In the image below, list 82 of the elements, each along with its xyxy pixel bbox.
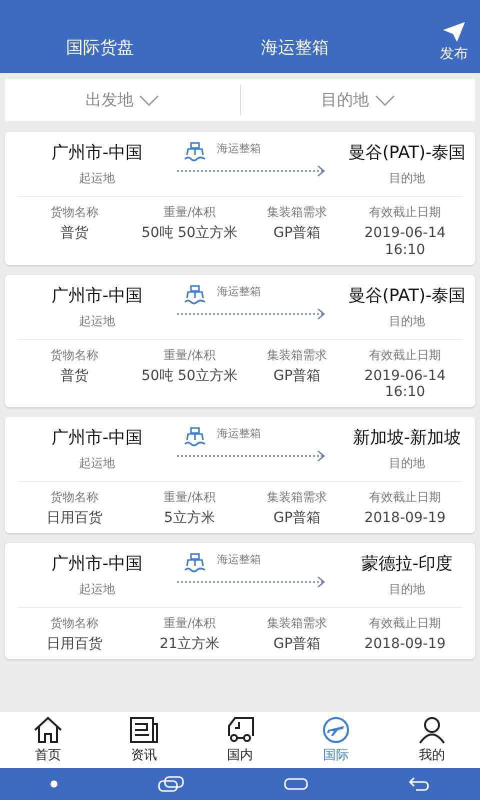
field-value: 50吨 50立方米: [141, 225, 238, 242]
dot-icon[interactable]: [50, 780, 58, 788]
cargo-card[interactable]: 广州市-中国 起运地 海运整箱 新加坡-新加坡 目的地 货物名称 日用百货 重量/体积 5立方米 集装箱需求 GP普箱 有效截止日期 2018-09-19: [5, 417, 475, 533]
destination-label: 目的地: [389, 170, 425, 187]
ship-icon: [183, 552, 207, 574]
cargo-card[interactable]: 广州市-中国 起运地 海运整箱 蒙德拉-印度 目的地 货物名称 日用百货 重量/体积 21立方米 集装箱需求 GP普箱 有效截止日期 2018-09-19: [5, 542, 475, 659]
ship-icon: [183, 426, 207, 448]
header-title: 国际货盘: [65, 37, 135, 60]
paper-plane-icon: [442, 21, 466, 43]
mode-text: 海运整箱: [217, 284, 261, 299]
origin-text: 广州市-中国: [51, 552, 143, 575]
nav-tab[interactable]: 国际: [288, 712, 384, 768]
field-label: 重量/体积: [163, 489, 216, 506]
cargo-card[interactable]: 广州市-中国 起运地 海运整箱 曼谷(PAT)-泰国 目的地 货物名称 普货 重量/体积 50吨 50立方米 集装箱需求 GP普箱 有效截止日期 2019-06-14 16:10: [5, 274, 475, 408]
field-value: 2019-06-14 16:10: [364, 368, 446, 402]
mode-text: 海运整箱: [217, 141, 261, 156]
field-value: 日用百货: [46, 636, 102, 653]
field-value: GP普箱: [273, 368, 321, 384]
newspaper-icon: [129, 716, 159, 744]
origin-label: 起运地: [79, 312, 115, 330]
field-value: 日用百货: [46, 510, 102, 527]
recent-apps-icon[interactable]: [158, 776, 184, 792]
destination-text: 新加坡-新加坡: [352, 427, 462, 450]
chevron-down-icon: [139, 94, 160, 106]
ship-icon: [183, 141, 207, 163]
destination-text: 蒙德拉-印度: [361, 552, 453, 575]
destination-label: 目的地: [389, 312, 425, 330]
field-label: 货物名称: [50, 489, 98, 506]
field-value: GP普箱: [273, 510, 321, 527]
field-label: 货物名称: [50, 346, 98, 364]
origin-label: 起运地: [79, 580, 115, 598]
field-label: 集装箱需求: [267, 346, 327, 364]
truck-icon: [225, 716, 255, 744]
field-label: 集装箱需求: [267, 614, 327, 632]
field-label: 重量/体积: [163, 204, 216, 221]
nav-tab[interactable]: 我的: [384, 712, 480, 768]
field-value: 2019-06-14 16:10: [364, 225, 446, 259]
nav-tab[interactable]: 首页: [0, 712, 96, 768]
destination-text: 曼谷(PAT)-泰国: [348, 142, 466, 164]
field-value: 50吨 50立方米: [141, 368, 238, 384]
nav-tab[interactable]: 国内: [192, 712, 288, 768]
field-label: 有效截止日期: [369, 204, 441, 221]
person-icon: [417, 716, 447, 744]
destination-text: 曼谷(PAT)-泰国: [348, 284, 466, 307]
filter-dropdown[interactable]: 出发地: [5, 79, 240, 121]
chevron-down-icon: [374, 94, 395, 106]
field-label: 集装箱需求: [267, 489, 327, 506]
origin-label: 起运地: [79, 455, 115, 472]
destination-label: 目的地: [389, 580, 425, 598]
field-value: 普货: [60, 368, 88, 384]
field-label: 有效截止日期: [369, 489, 441, 506]
nav-tab[interactable]: 资讯: [96, 712, 192, 768]
mode-text: 海运整箱: [217, 426, 261, 442]
header-title: 海运整箱: [260, 37, 330, 60]
home-button-icon[interactable]: [284, 778, 308, 790]
origin-text: 广州市-中国: [51, 142, 143, 164]
origin-text: 广州市-中国: [51, 284, 143, 307]
field-value: 2018-09-19: [364, 636, 446, 653]
field-value: GP普箱: [273, 636, 321, 653]
ship-icon: [183, 284, 207, 306]
airplane-icon: [321, 716, 351, 744]
publish-button[interactable]: 发布: [440, 21, 468, 63]
field-value: 普货: [60, 225, 88, 242]
filter-dropdown[interactable]: 目的地: [240, 79, 475, 121]
field-label: 货物名称: [50, 614, 98, 632]
mode-text: 海运整箱: [217, 552, 261, 567]
field-value: 21立方米: [160, 636, 220, 653]
home-icon: [33, 716, 63, 744]
destination-label: 目的地: [389, 455, 425, 472]
field-label: 有效截止日期: [369, 614, 441, 632]
field-label: 重量/体积: [163, 346, 216, 364]
field-value: GP普箱: [273, 225, 321, 242]
field-label: 重量/体积: [163, 614, 216, 632]
field-value: 2018-09-19: [364, 510, 446, 527]
field-label: 有效截止日期: [369, 346, 441, 364]
origin-text: 广州市-中国: [51, 427, 143, 450]
origin-label: 起运地: [79, 170, 115, 187]
field-value: 5立方米: [164, 510, 215, 527]
back-icon[interactable]: [408, 776, 430, 792]
field-label: 集装箱需求: [267, 204, 327, 221]
field-label: 货物名称: [50, 204, 98, 221]
cargo-card[interactable]: 广州市-中国 起运地 海运整箱 曼谷(PAT)-泰国 目的地 货物名称 普货 重量/体积 50吨 50立方米 集装箱需求 GP普箱 有效截止日期 2019-06-14 16:10: [5, 132, 475, 265]
